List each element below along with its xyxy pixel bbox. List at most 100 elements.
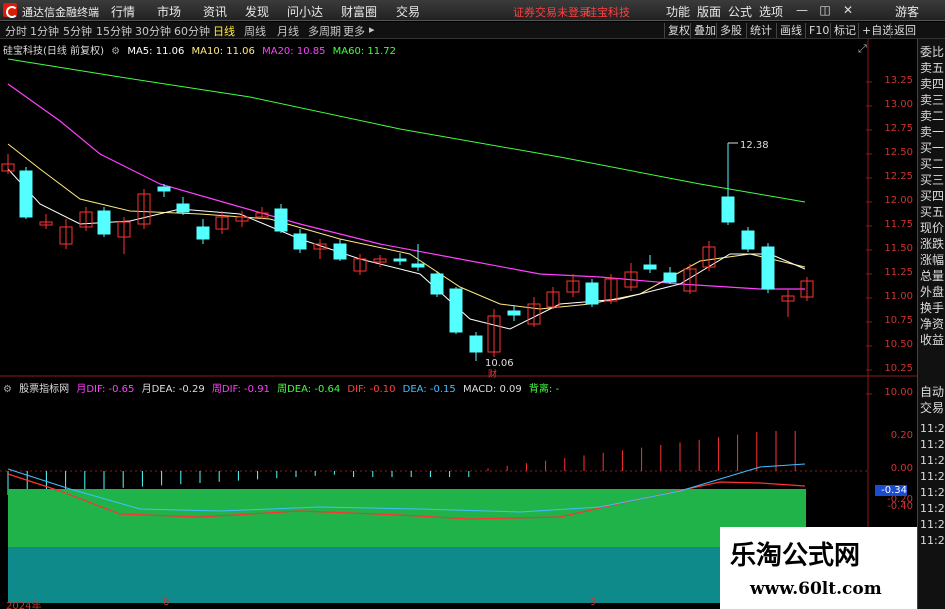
period-30min[interactable]: 30分钟 [135, 23, 171, 39]
price-axis-label: 12.00 [884, 195, 913, 206]
candle-down [157, 186, 171, 192]
restore-icon[interactable]: ◫ [815, 2, 835, 18]
candle-down [97, 210, 111, 235]
candle-down [393, 258, 407, 262]
statistics-button[interactable]: 统计 [746, 23, 775, 38]
menu-layout[interactable]: 版面 [697, 3, 721, 20]
indicator-axis-label: 0.20 [890, 430, 913, 441]
current-stock-tag[interactable]: 硅宝科技 [586, 4, 630, 20]
candle-down [663, 272, 677, 283]
chart-area[interactable]: 12.38 10.06 财 硅宝科技(日线 前复权) ⚙ MA5: 11.06 MA… [0, 39, 945, 609]
menu-options[interactable]: 选项 [759, 3, 783, 20]
signal-band-upper [8, 489, 806, 547]
tick-time: 11:29 [920, 518, 945, 531]
period-more[interactable]: 更多 [343, 23, 365, 39]
candle-down [19, 170, 33, 218]
date-month-label: 9 [590, 597, 597, 608]
month-dea-label: 月DEA: -0.29 [141, 384, 205, 395]
month-dif-label: 月DIF: -0.65 [76, 384, 135, 395]
period-15min[interactable]: 15分钟 [96, 23, 132, 39]
period-monthly[interactable]: 月线 [277, 23, 299, 39]
trade-login-notice[interactable]: 证券交易未登录 [513, 4, 590, 20]
panel-label: 净资 [920, 317, 945, 331]
divergence-label: 背离: - [528, 384, 560, 395]
guest-label[interactable]: 游客 [895, 3, 919, 20]
candle-down [333, 243, 347, 260]
multi-stock-button[interactable]: 多股 [716, 23, 745, 38]
menu-formula[interactable]: 公式 [728, 3, 752, 20]
kline-chart[interactable]: 12.38 10.06财 [0, 39, 945, 609]
price-axis-label: 11.00 [884, 291, 913, 302]
menu-quotes[interactable]: 行情 [111, 3, 135, 20]
candle-down [585, 282, 599, 305]
panel-label: 买五 [920, 205, 945, 219]
panel-label: 卖五 [920, 61, 945, 75]
panel-label[interactable]: 交易 [920, 401, 945, 415]
close-icon[interactable]: ✕ [838, 2, 858, 18]
tick-time: 11:28 [920, 438, 945, 451]
price-axis-label: 12.25 [884, 171, 913, 182]
menu-wealth-circle[interactable]: 财富圈 [341, 3, 377, 20]
low-price-annotation: 10.06 [485, 358, 514, 369]
price-axis-label: 11.75 [884, 219, 913, 230]
panel-label: 外盘 [920, 285, 945, 299]
ma10-label: MA10: 11.06 [191, 46, 255, 57]
quote-side-panel[interactable]: 委比 卖五 卖四 卖三 卖二 卖一 买一 买二 买三 买四 买五 现价 涨跌 涨… [917, 39, 945, 609]
watermark: 乐淘公式网 www.60lt.com [720, 527, 917, 609]
macd-label: MACD: 0.09 [462, 384, 522, 395]
tick-time: 11:27 [920, 422, 945, 435]
candle-down [643, 264, 657, 270]
f10-button[interactable]: F10 [805, 23, 832, 38]
tick-time: 11:29 [920, 470, 945, 483]
overlay-button[interactable]: 叠加 [690, 23, 719, 38]
menu-ask-xiaoda[interactable]: 问小达 [287, 3, 323, 20]
week-dea-label: 周DEA: -0.64 [277, 384, 341, 395]
indicator-legend: ⚙ 股票指标网 月DIF: -0.65 月DEA: -0.29 周DIF: -0… [3, 380, 563, 395]
menu-trade[interactable]: 交易 [396, 3, 420, 20]
candle-down [721, 196, 735, 223]
adjust-button[interactable]: 复权 [664, 23, 693, 38]
period-5min[interactable]: 5分钟 [63, 23, 92, 39]
minimize-icon[interactable]: — [792, 2, 812, 18]
candle-down [274, 208, 288, 232]
chart-expand-icon[interactable]: ⤢ [858, 42, 867, 56]
tick-time: 11:29 [920, 502, 945, 515]
period-daily[interactable]: 日线 [213, 23, 235, 39]
panel-label: 收益 [920, 333, 945, 347]
ma60-line [7, 58, 806, 203]
dif-label: DIF: -0.10 [347, 384, 396, 395]
period-toolbar: 分时 1分钟 5分钟 15分钟 30分钟 60分钟 日线 周线 月线 多周期 更… [0, 22, 945, 39]
ma60-label: MA60: 11.72 [332, 46, 397, 57]
candle-down [176, 203, 190, 213]
tick-time: 11:29 [920, 534, 945, 547]
menu-functions[interactable]: 功能 [666, 3, 690, 20]
panel-label: 现价 [920, 221, 945, 235]
menu-news[interactable]: 资讯 [203, 3, 227, 20]
menu-discover[interactable]: 发现 [245, 3, 269, 20]
dea-label: DEA: -0.15 [402, 384, 456, 395]
panel-label[interactable]: 自动 [920, 385, 945, 399]
draw-line-button[interactable]: 画线 [776, 23, 805, 38]
price-axis-label: 10.25 [884, 363, 913, 374]
more-arrow-icon[interactable]: ▸ [369, 23, 375, 36]
period-60min[interactable]: 60分钟 [174, 23, 210, 39]
date-year-label: 2024年 [6, 601, 42, 609]
mark-button[interactable]: 标记 [830, 23, 859, 38]
period-multi[interactable]: 多周期 [308, 23, 341, 39]
price-axis-label: 11.25 [884, 267, 913, 278]
back-button[interactable]: 返回 [890, 23, 919, 38]
candle-down [741, 230, 755, 250]
low-marker-annotation: 财 [488, 368, 497, 380]
period-weekly[interactable]: 周线 [244, 23, 266, 39]
period-1min[interactable]: 1分钟 [30, 23, 59, 39]
menu-market[interactable]: 市场 [157, 3, 181, 20]
panel-label: 买二 [920, 157, 945, 171]
high-price-annotation: 12.38 [740, 140, 769, 151]
watermark-url: www.60lt.com [750, 579, 882, 599]
indicator-settings-icon[interactable]: ⚙ [3, 384, 12, 395]
menu-bar: 通达信金融终端 行情 市场 资讯 发现 问小达 财富圈 交易 证券交易未登录 硅… [0, 0, 945, 21]
period-intraday[interactable]: 分时 [5, 23, 27, 39]
settings-icon[interactable]: ⚙ [111, 46, 120, 57]
price-axis-label: 10.50 [884, 339, 913, 350]
candle-down [449, 288, 463, 333]
